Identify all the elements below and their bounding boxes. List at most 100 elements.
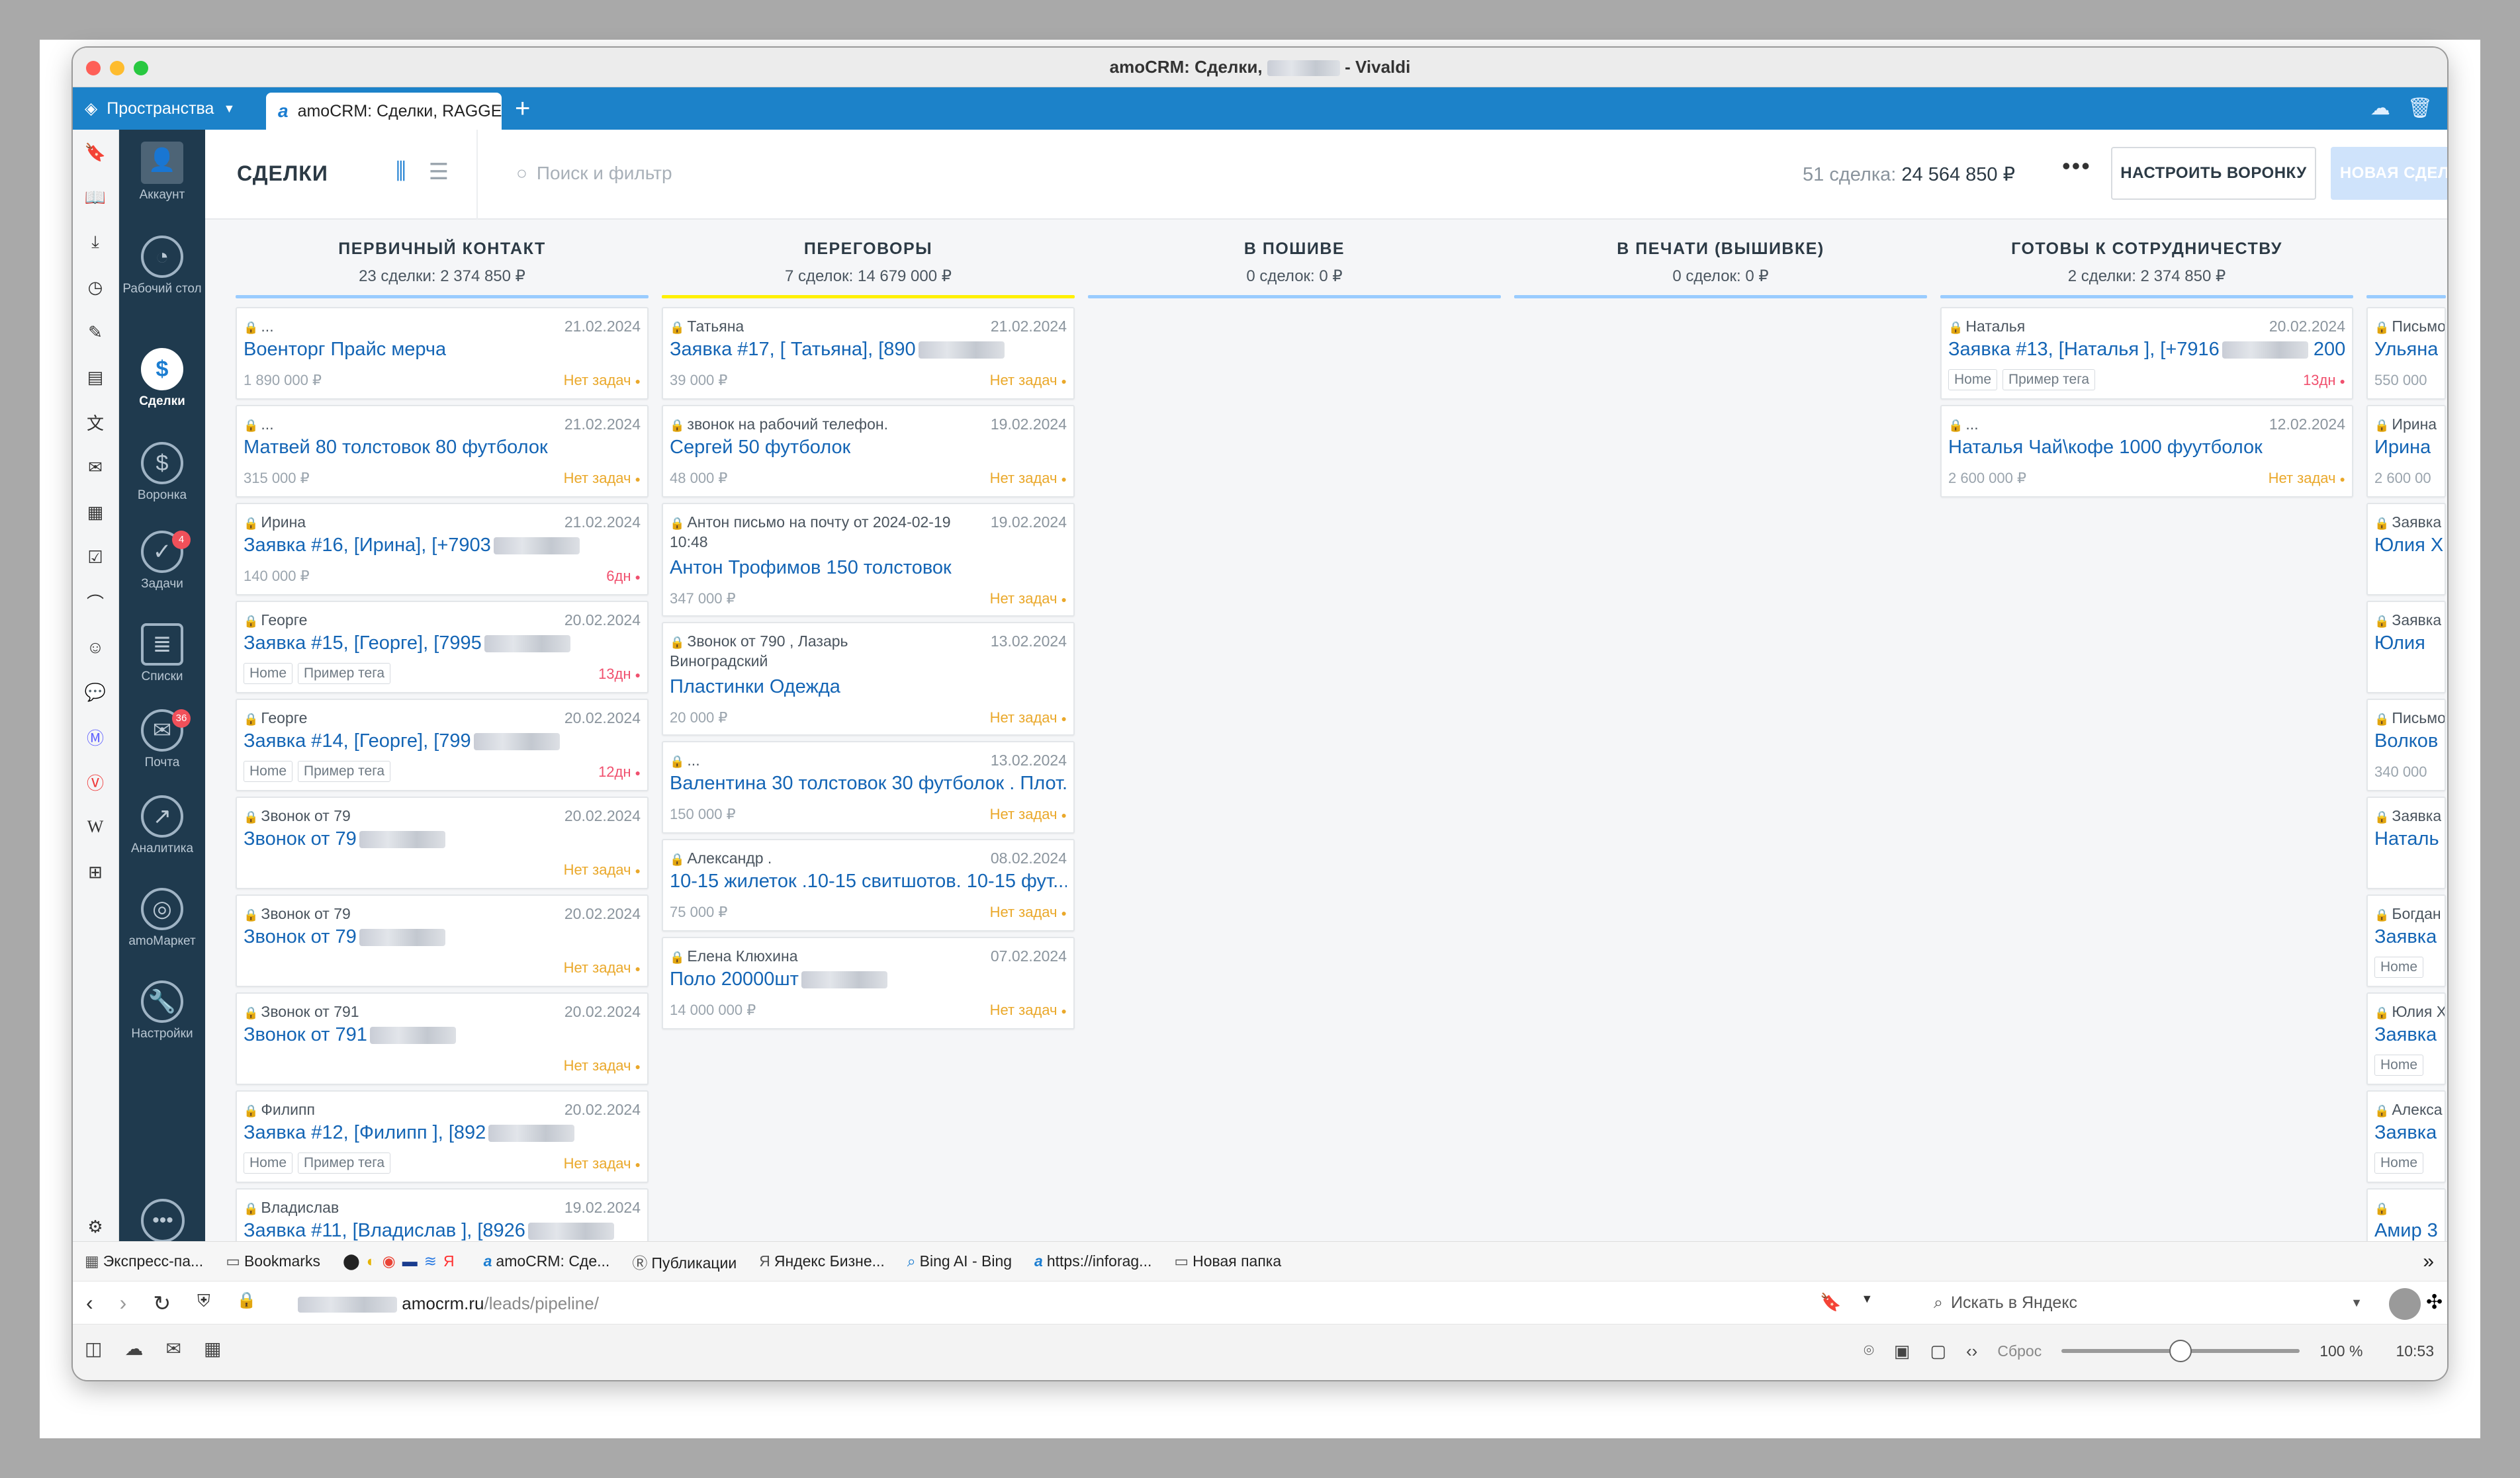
card-title-link[interactable]: Заявка #12, [Филипп ], [892 [244, 1122, 575, 1144]
deal-card[interactable]: 🔒 Филипп 20.02.2024 Заявка #12, [Филипп ], … [236, 1090, 649, 1183]
spaces-button[interactable]: ◈ Пространства ▼ [85, 87, 235, 130]
tasks-panel-icon[interactable]: ☑ [83, 545, 107, 569]
tag[interactable]: Пример тега [298, 1152, 391, 1174]
mastodon-icon[interactable]: Ⓜ [83, 725, 107, 749]
deal-card[interactable]: 🔒 Ирина 21.02.2024 Заявка #16, [Ирина], [+7… [236, 503, 649, 595]
list-view-icon[interactable]: ☰ [429, 159, 449, 185]
card-title-link[interactable]: Сергей 50 футболок [670, 437, 850, 458]
card-title-link[interactable]: Заявка #14, [Георге], [799 [244, 730, 560, 752]
pipeline-view-icon[interactable]: ⫼ [396, 159, 406, 185]
page-tiling-icon[interactable]: ▢ [1930, 1341, 1946, 1362]
deal-card[interactable]: 🔒 Ирина Ирина 2 600 00 [2366, 405, 2446, 498]
contacts-icon[interactable]: ☺ [83, 635, 107, 659]
translate-icon[interactable]: 文 [83, 410, 107, 434]
deal-card[interactable]: 🔒 звонок на рабочий телефон. 19.02.2024 Сер… [662, 405, 1075, 498]
downloads-icon[interactable]: ⤓ [83, 230, 107, 254]
shield-icon[interactable]: ⛨ [197, 1291, 210, 1316]
deal-card[interactable]: 🔒 Амир 3 [2366, 1188, 2446, 1241]
card-title-link[interactable]: Валентина 30 толстовок 30 футболок . Пло… [670, 773, 1067, 795]
notes-icon[interactable]: ✎ [83, 320, 107, 344]
card-title-link[interactable]: Пластинки Одежда [670, 676, 840, 698]
deal-card[interactable]: 🔒 Письмо Волков 340 000 [2366, 699, 2446, 791]
more-icon[interactable]: ••• [2062, 152, 2091, 180]
card-title-link[interactable]: Наталья Чай\кофе 1000 фуутболок [1948, 437, 2263, 458]
card-title-link[interactable]: Ирина [2374, 437, 2431, 458]
nav-market[interactable]: ◎ amoМаркет [119, 888, 205, 949]
deal-card[interactable]: 🔒 Юлия Х Заявка Home [2366, 992, 2446, 1085]
deal-card[interactable]: 🔒... 13.02.2024 Валентина 30 толстовок 30 … [662, 741, 1075, 834]
profile-avatar[interactable] [2389, 1288, 2421, 1320]
card-title-link[interactable]: Заявка #15, [Георге], [7995 [244, 632, 570, 654]
nav-lists[interactable]: ≣ Списки [119, 623, 205, 684]
card-title-link[interactable]: Ульяна [2374, 339, 2438, 361]
tag[interactable]: Home [2374, 957, 2424, 978]
sync-cloud-icon[interactable]: ☁ [124, 1338, 143, 1360]
tag[interactable]: Пример тега [2002, 369, 2096, 390]
card-title-link[interactable]: Звонок от 791 [244, 1024, 456, 1046]
vivaldi-icon[interactable]: Ⓥ [83, 770, 107, 794]
deal-card[interactable]: 🔒 Георге 20.02.2024 Заявка #15, [Георге], [… [236, 601, 649, 693]
deal-card[interactable]: 🔒 Заявка Юлия [2366, 601, 2446, 693]
nav-deals[interactable]: $ Сделки [119, 348, 205, 409]
tag[interactable]: Home [2374, 1055, 2424, 1076]
card-title-link[interactable]: Военторг Прайс мерча [244, 339, 446, 361]
panel-toggle-icon[interactable]: ◫ [85, 1338, 102, 1360]
bookmark-page-icon[interactable]: 🔖 [1820, 1292, 1841, 1313]
forward-icon[interactable]: › [120, 1291, 127, 1316]
bookmark-publications[interactable]: Ⓡ Публикации [632, 1250, 737, 1273]
reload-icon[interactable]: ↻ [153, 1291, 171, 1316]
card-title-link[interactable]: Звонок от 79 [244, 926, 445, 948]
nav-settings[interactable]: 🔧 Настройки [119, 980, 205, 1041]
card-title-link[interactable]: Матвей 80 толстовок 80 футболок [244, 437, 548, 458]
deal-card[interactable]: 🔒 Наталья 20.02.2024 Заявка #13, [Наталья ]… [1940, 307, 2353, 400]
deal-card[interactable]: 🔒... 12.02.2024 Наталья Чай\кофе 1000 фуут… [1940, 405, 2353, 498]
cloud-icon[interactable]: ☁ [2370, 97, 2390, 120]
url-field[interactable]: amocrm.ru/leads/pipeline/ [298, 1293, 599, 1314]
wikipedia-icon[interactable]: W [83, 815, 107, 839]
deal-card[interactable]: 🔒 Антон письмо на почту от 2024-02-19 10:4… [662, 503, 1075, 617]
tab-amocrm[interactable]: a amoCRM: Сделки, RAGGE [266, 93, 502, 130]
deal-card[interactable]: 🔒... 21.02.2024 Военторг Прайс мерча 1 890 … [236, 307, 649, 400]
new-tab-icon[interactable]: + [515, 94, 530, 124]
card-title-link[interactable]: Заявка [2374, 926, 2437, 948]
new-deal-button[interactable]: НОВАЯ СДЕЛКА [2331, 147, 2447, 200]
deal-card[interactable]: 🔒 Звонок от 79 20.02.2024 Звонок от 79 Нет з… [236, 797, 649, 889]
bookmark-amocrm[interactable]: a amoCRM: Сде... [484, 1252, 610, 1270]
bookmark-new-folder[interactable]: ▭ Новая папка [1174, 1252, 1281, 1270]
card-title-link[interactable]: Поло 20000шт [670, 969, 887, 990]
card-title-link[interactable]: Заявка #13, [Наталья ], [+7916 200... [1948, 339, 2345, 361]
history-icon[interactable]: ◷ [83, 275, 107, 299]
chevron-down-icon[interactable]: ▼ [1861, 1292, 1873, 1313]
bookmark-bing[interactable]: ⌕ Bing AI - Bing [907, 1252, 1012, 1270]
deal-card[interactable]: 🔒 Звонок от 791 20.02.2024 Звонок от 791 Нет… [236, 992, 649, 1085]
deal-card[interactable]: 🔒 Письмо Ульяна 550 000 [2366, 307, 2446, 400]
nav-mail[interactable]: ✉ Почта 36 [119, 709, 205, 770]
deal-card[interactable]: 🔒 Звонок от 79 20.02.2024 Звонок от 79 Нет з… [236, 894, 649, 987]
add-panel-icon[interactable]: ⊞ [83, 860, 107, 884]
tag[interactable]: Home [244, 761, 293, 782]
card-title-link[interactable]: Звонок от 79 [244, 828, 445, 850]
search-filter[interactable]: ○ Поиск и фильтр [516, 163, 672, 184]
trash-icon[interactable]: 🗑 [2408, 97, 2433, 120]
zoom-reset-button[interactable]: Сброс [1997, 1342, 2042, 1360]
card-title-link[interactable]: Заявка [2374, 1024, 2437, 1046]
bookmarks-overflow-icon[interactable]: » [2423, 1250, 2434, 1273]
deal-card[interactable]: 🔒 Заявка Юлия Х [2366, 503, 2446, 595]
deal-card[interactable]: 🔒 Александр . 08.02.2024 10-15 жилеток .10-… [662, 839, 1075, 932]
deal-card[interactable]: 🔒 Звонок от 790 , Лазарь Виноградский 13.02… [662, 622, 1075, 736]
back-icon[interactable]: ‹ [86, 1291, 93, 1316]
card-title-link[interactable]: Волков [2374, 730, 2438, 752]
tag[interactable]: Home [244, 663, 293, 684]
mail-status-icon[interactable]: ✉ [165, 1338, 181, 1360]
deal-card[interactable]: 🔒 Заявка Наталь [2366, 797, 2446, 889]
nav-analytics[interactable]: ↗ Аналитика [119, 795, 205, 856]
card-title-link[interactable]: Заявка #11, [Владислав ], [8926 [244, 1220, 614, 1241]
deal-card[interactable]: 🔒 Алекса Заявка Home [2366, 1090, 2446, 1183]
tag[interactable]: Home [2374, 1152, 2424, 1174]
card-title-link[interactable]: Заявка #16, [Ирина], [+7903 [244, 535, 580, 556]
code-icon[interactable]: ‹› [1966, 1341, 1977, 1362]
card-title-link[interactable]: Наталь [2374, 828, 2439, 850]
mail-panel-icon[interactable]: ✉ [83, 455, 107, 479]
deal-card[interactable]: 🔒 Татьяна 21.02.2024 Заявка #17, [ Татьяна]… [662, 307, 1075, 400]
extensions-icon[interactable]: ✣ [2426, 1291, 2443, 1314]
